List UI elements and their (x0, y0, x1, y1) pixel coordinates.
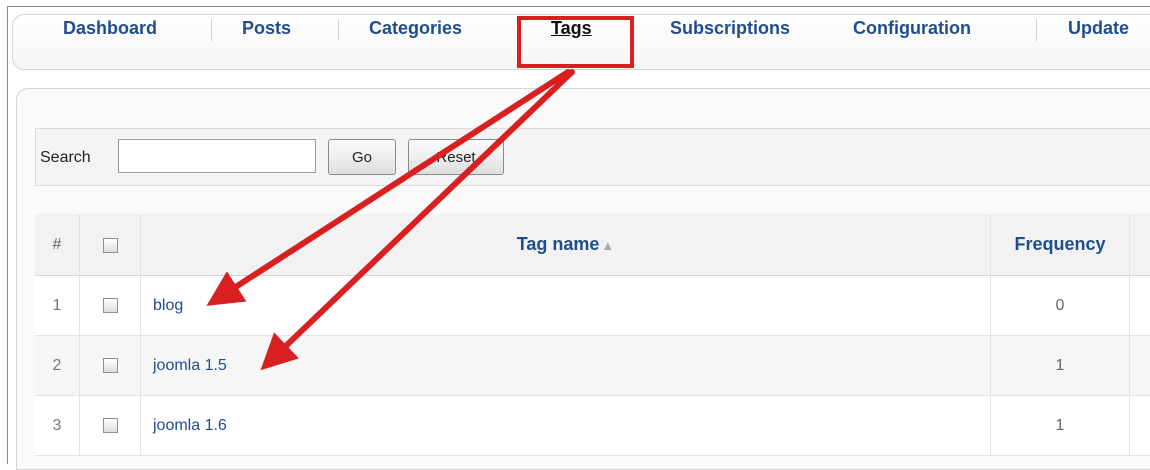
row-checkbox[interactable] (103, 298, 118, 313)
tab-subscriptions[interactable]: Subscriptions (670, 18, 790, 39)
table-header-row: # Tag name▲ Frequency (35, 214, 1150, 276)
tags-table: # Tag name▲ Frequency 1 blog 0 2 joomla … (35, 214, 1150, 456)
tag-name-cell: joomla 1.5 (141, 336, 991, 396)
table-row: 3 joomla 1.6 1 (35, 396, 1150, 456)
tab-posts[interactable]: Posts (242, 18, 291, 39)
tab-dashboard[interactable]: Dashboard (63, 18, 157, 39)
row-checkbox[interactable] (103, 418, 118, 433)
search-label: Search (40, 149, 91, 167)
tag-link[interactable]: joomla 1.5 (153, 357, 227, 374)
row-number: 1 (35, 276, 80, 336)
tab-separator (338, 19, 339, 41)
table-row: 1 blog 0 (35, 276, 1150, 336)
tab-update[interactable]: Update (1068, 18, 1129, 39)
tag-link[interactable]: blog (153, 297, 183, 314)
tab-configuration[interactable]: Configuration (853, 18, 971, 39)
extra-cell (1130, 396, 1150, 456)
tag-name-cell: joomla 1.6 (141, 396, 991, 456)
frequency-cell: 1 (991, 336, 1130, 396)
column-header-extra (1130, 214, 1150, 276)
table-row: 2 joomla 1.5 1 (35, 336, 1150, 396)
tag-name-header-label[interactable]: Tag name (517, 234, 600, 254)
sort-up-icon: ▲ (601, 238, 614, 253)
row-checkbox[interactable] (103, 358, 118, 373)
row-select-cell (80, 336, 141, 396)
extra-cell (1130, 276, 1150, 336)
row-number: 3 (35, 396, 80, 456)
frequency-cell: 1 (991, 396, 1130, 456)
tab-separator (1036, 19, 1037, 41)
column-header-number: # (35, 214, 80, 276)
go-button[interactable]: Go (328, 139, 396, 175)
search-input[interactable] (118, 139, 316, 173)
column-header-select (80, 214, 141, 276)
row-number: 2 (35, 336, 80, 396)
row-select-cell (80, 396, 141, 456)
frequency-cell: 0 (991, 276, 1130, 336)
row-select-cell (80, 276, 141, 336)
reset-button[interactable]: Reset (408, 139, 504, 175)
tab-categories[interactable]: Categories (369, 18, 462, 39)
tab-separator (211, 19, 212, 41)
tag-link[interactable]: joomla 1.6 (153, 417, 227, 434)
column-header-tag-name[interactable]: Tag name▲ (141, 214, 991, 276)
annotation-highlight-box (517, 16, 634, 68)
extra-cell (1130, 336, 1150, 396)
tag-name-cell: blog (141, 276, 991, 336)
column-header-frequency[interactable]: Frequency (991, 214, 1130, 276)
select-all-checkbox[interactable] (103, 238, 118, 253)
